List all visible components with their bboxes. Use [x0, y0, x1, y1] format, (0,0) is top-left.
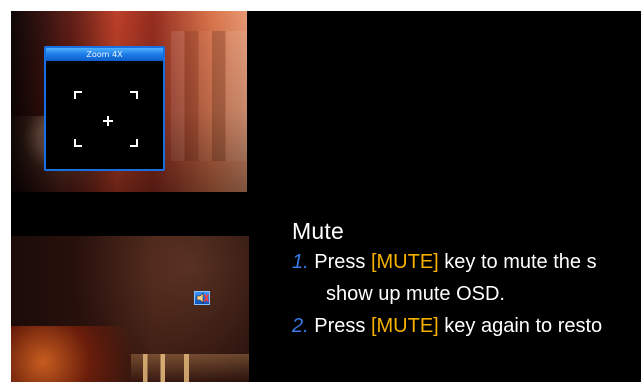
- step-text: key again to resto: [444, 315, 603, 337]
- zoom-osd-title: Zoom 4X: [46, 48, 163, 61]
- zoom-screenshot: Zoom 4X: [11, 11, 247, 192]
- mute-osd-icon: [194, 291, 210, 305]
- section-title: Mute: [292, 218, 344, 244]
- step-number: 1.: [292, 251, 309, 273]
- mute-key-label: [MUTE]: [370, 315, 439, 337]
- mute-key-label: [MUTE]: [370, 251, 439, 273]
- city-lights: [131, 354, 249, 382]
- step-2: 2. Press [MUTE] key again to resto: [292, 313, 602, 339]
- step-1: 1. Press [MUTE] key to mute the s: [292, 249, 597, 275]
- crosshair-icon: [103, 116, 113, 126]
- step-1-continuation: show up mute OSD.: [326, 283, 505, 305]
- black-panel: Zoom 4X Mute 1. Press [MUTE] key to mute…: [11, 11, 641, 382]
- zoom-osd-window: Zoom 4X: [44, 46, 165, 171]
- zoom-corner-bottom-left: [74, 139, 82, 147]
- mute-screenshot: [11, 236, 249, 382]
- step-prefix: Press: [314, 315, 366, 337]
- zoom-corner-top-right: [130, 91, 138, 99]
- step-prefix: Press: [314, 251, 366, 273]
- mute-instructions: Mute 1. Press [MUTE] key to mute the s s…: [292, 217, 641, 382]
- step-text: key to mute the s: [444, 251, 597, 273]
- step-number: 2.: [292, 315, 309, 337]
- zoom-osd-area: [46, 61, 163, 169]
- zoom-corner-bottom-right: [130, 139, 138, 147]
- zoom-corner-top-left: [74, 91, 82, 99]
- manual-page: Zoom 4X Mute 1. Press [MUTE] key to mute…: [0, 0, 641, 382]
